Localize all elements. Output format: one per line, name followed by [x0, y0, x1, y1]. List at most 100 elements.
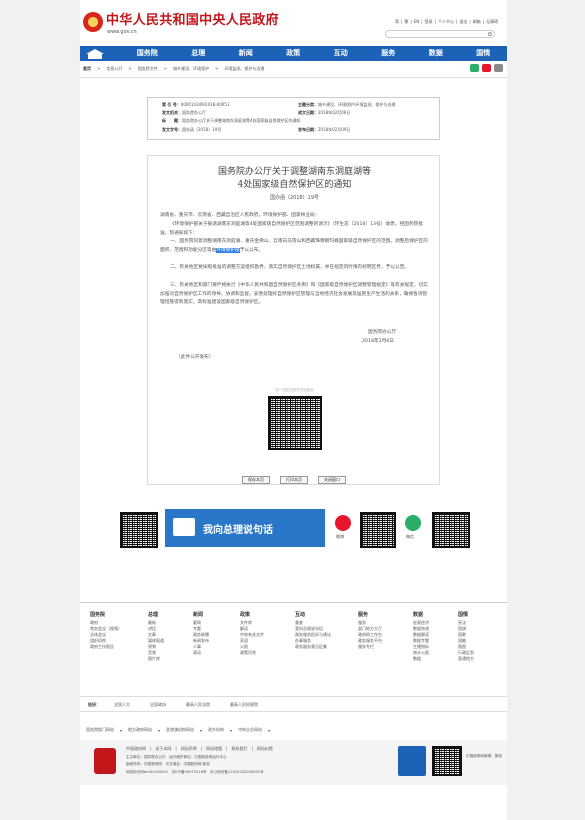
simplified-link[interactable]: 简 — [395, 19, 399, 24]
selected-text[interactable]: 环境保护部 — [216, 247, 240, 253]
bottom-link-about[interactable]: 关于本网 — [155, 746, 171, 751]
divider — [80, 77, 507, 78]
traditional-link[interactable]: 繁 — [404, 19, 408, 24]
nav-item-premier[interactable]: 总理 — [191, 46, 205, 61]
links-label: 链接： — [88, 702, 100, 707]
document-qr-code — [268, 396, 322, 450]
index-no-label: 索 引 号： — [162, 102, 181, 107]
dropdown-overseas[interactable]: 驻外机构 — [208, 727, 224, 733]
accessibility-link[interactable]: 无障碍 — [486, 19, 498, 24]
footer-col-state-council: 国务院 政府 常务会议（视频） 全体会议 组织机构 政府工作报告 — [90, 612, 122, 649]
page: 中华人民共和国中央人民政府 www.gov.cn 简 | 繁 | EN | 登录… — [80, 0, 507, 820]
breadcrumb: 首页 > 信息公开 > 国务院文件 > 城乡建设、环境保护 > 环境监测、保护与… — [83, 66, 265, 71]
breadcrumb-env-monitoring[interactable]: 环境监测、保护与治理 — [224, 66, 264, 71]
share-icons — [470, 64, 503, 72]
doc-no-label: 发文字号： — [162, 127, 182, 132]
sponsor-text: 主办单位：国务院办公厅 运行维护单位：中国政府网运行中心 — [126, 755, 227, 759]
site-url: www.gov.cn — [107, 29, 137, 35]
footer-col-interaction: 互动 督查 我向总理说句话 政务服务投诉与建议 办事服务 政务服务意见征集 — [295, 612, 331, 649]
issuer-label: 发文机关： — [162, 110, 182, 115]
breadcrumb-urban-env[interactable]: 城乡建设、环境保护 — [173, 66, 209, 71]
sign-date: 2018年2月8日 — [362, 339, 394, 344]
written-date-value: 2018年02月08日 — [318, 110, 351, 115]
personal-center-link[interactable]: 个人中心 — [438, 19, 454, 24]
document-number: 国办函〔2018〕19号 — [269, 195, 320, 201]
save-page-button[interactable]: 保存本页 — [242, 476, 270, 484]
title-label: 标 题： — [162, 118, 182, 123]
wechat-qr-code — [432, 512, 470, 548]
icp-text: 网站标识码bm01000001 京ICP备05070218号 京公网安备1101… — [126, 770, 264, 774]
footer-col-national-info: 国情 宪法 国旗 国歌 国徽 版图 行政区划 直通地方 — [458, 612, 474, 661]
nav-item-news[interactable]: 新闻 — [239, 46, 253, 61]
dropdown-local-gov[interactable]: 地方政府网站 — [128, 727, 152, 733]
nav-item-national-info[interactable]: 国情 — [476, 46, 490, 61]
print-page-button[interactable]: 打印本页 — [280, 476, 308, 484]
links-bar: 链接： 全国人大 全国政协 最高人民法院 最高人民检察院 — [80, 696, 507, 712]
link-cppcc[interactable]: 全国政协 — [150, 702, 166, 707]
premier-message-banner[interactable]: 我向总理说句话 — [165, 509, 325, 547]
login-link[interactable]: 登录 — [425, 19, 433, 24]
dropdown-soe[interactable]: 中央企业网站 — [238, 727, 262, 733]
link-procuratorate[interactable]: 最高人民检察院 — [230, 702, 258, 707]
party-gov-badge-icon[interactable] — [94, 748, 116, 774]
nav-item-policy[interactable]: 政策 — [286, 46, 300, 61]
tiananmen-icon — [86, 48, 104, 59]
publish-date-value: 2018年02月09日 — [318, 127, 351, 132]
bottom-bar: 中国政府网 | 关于本网 | 网站声明 | 网站地图 | 联系我们 | 网站纠错… — [80, 740, 507, 785]
footer-col-policy: 政策 文件库 解读 中央有关文件 双语 公报 政策问答 — [240, 612, 264, 655]
footer-weibo-wechat-label: 中国政府网微博、微信 — [466, 754, 502, 758]
public-note: （此件公开发布） — [176, 355, 214, 360]
close-window-button[interactable]: 关闭窗口 — [318, 476, 346, 484]
main-nav: 国务院 总理 新闻 政策 互动 服务 数据 国情 — [80, 46, 507, 61]
search-icon[interactable] — [488, 32, 492, 36]
top-links: 简 | 繁 | EN | 登录 | 个人中心 | 退出 | 邮箱 | 无障碍 — [395, 18, 499, 24]
breadcrumb-state-council-docs[interactable]: 国务院文件 — [138, 66, 158, 71]
dropdown-ministries[interactable]: 国务院部门网站 — [86, 727, 114, 733]
qr-caption: 扫一扫在手机打开当前页 — [275, 388, 314, 392]
weibo-share-icon[interactable] — [482, 64, 491, 72]
bottom-link-errors[interactable]: 网站纠错 — [257, 746, 273, 751]
state-council-app-icon[interactable] — [398, 746, 426, 776]
nav-item-service[interactable]: 服务 — [381, 46, 395, 61]
footer-col-premier: 总理 最新 讲话 文章 媒体报道 视频 音频 图片库 — [148, 612, 164, 661]
addressee: 湖南省、重庆市、云南省、西藏自治区人民政府，环境保护部、国家林业局： — [160, 213, 320, 218]
bottom-link-home[interactable]: 中国政府网 — [126, 746, 146, 751]
nav-item-interaction[interactable]: 互动 — [334, 46, 348, 61]
national-emblem-icon[interactable] — [83, 12, 103, 32]
more-share-icon[interactable] — [494, 64, 503, 72]
search-input[interactable] — [385, 30, 495, 38]
index-no-value: 000014349/2018-00051 — [180, 102, 230, 107]
header: 中华人民共和国中央人民政府 www.gov.cn 简 | 繁 | EN | 登录… — [80, 0, 507, 44]
paragraph-3: 二、有关地区要按照批准的调整方案组织勘界，落实自然保护区土地权属，并在规定的时限… — [170, 265, 410, 270]
breadcrumb-info-public[interactable]: 信息公开 — [106, 66, 122, 71]
paragraph-4: 三、有关地区和部门要严格执行《中华人民共和国自然保护区条例》和《国家级自然保护区… — [160, 283, 428, 305]
nav-item-data[interactable]: 数据 — [429, 46, 443, 61]
dropdown-hk-macao[interactable]: 驻港澳机构网站 — [166, 727, 194, 733]
mail-link[interactable]: 邮箱 — [473, 19, 481, 24]
nav-item-state-council[interactable]: 国务院 — [137, 46, 158, 61]
bottom-link-contact[interactable]: 联系我们 — [231, 746, 247, 751]
link-supreme-court[interactable]: 最高人民法院 — [186, 702, 210, 707]
paragraph-1: 《环境保护部关于报请湖南东洞庭湖等4处国家级自然保护区范围调整的请示》（环生态〔… — [160, 222, 423, 236]
wechat-icon[interactable] — [405, 515, 421, 531]
envelope-icon — [173, 518, 195, 536]
link-npc[interactable]: 全国人大 — [114, 702, 130, 707]
wechat-share-icon[interactable] — [470, 64, 479, 72]
site-title[interactable]: 中华人民共和国中央人民政府 — [106, 13, 279, 28]
title-value: 国务院办公厅关于调整湖南东洞庭湖等4处国家级自然保护区的通知 — [182, 118, 301, 123]
category-label: 主题分类： — [298, 102, 318, 107]
bottom-link-sitemap[interactable]: 网站地图 — [206, 746, 222, 751]
site-dropdowns: 国务院部门网站 ▾ 地方政府网站 ▾ 驻港澳机构网站 ▾ 驻外机构 ▾ 中央企业网站 ▾ — [86, 727, 271, 733]
english-link[interactable]: EN — [414, 19, 420, 24]
logout-link[interactable]: 退出 — [459, 19, 467, 24]
paragraph-2: 一、国务院同意调整湖南东洞庭湖、重庆金佛山、云南白马雪山和西藏珠穆朗玛峰国家级自… — [160, 239, 428, 253]
bottom-link-statement[interactable]: 网站声明 — [181, 746, 197, 751]
weibo-icon[interactable] — [335, 515, 351, 531]
breadcrumb-home[interactable]: 首页 — [83, 66, 91, 71]
nav-home-button[interactable] — [80, 46, 110, 61]
weibo-qr-code — [360, 512, 396, 548]
issuer-value: 国务院办公厅 — [182, 110, 206, 115]
signature: 国务院办公厅 — [368, 330, 397, 335]
footer-qr-code — [432, 746, 462, 776]
footer-col-service: 服务 服务 部门地方大厅 政府网工作台 政务服务平台 服务专栏 — [358, 612, 382, 649]
